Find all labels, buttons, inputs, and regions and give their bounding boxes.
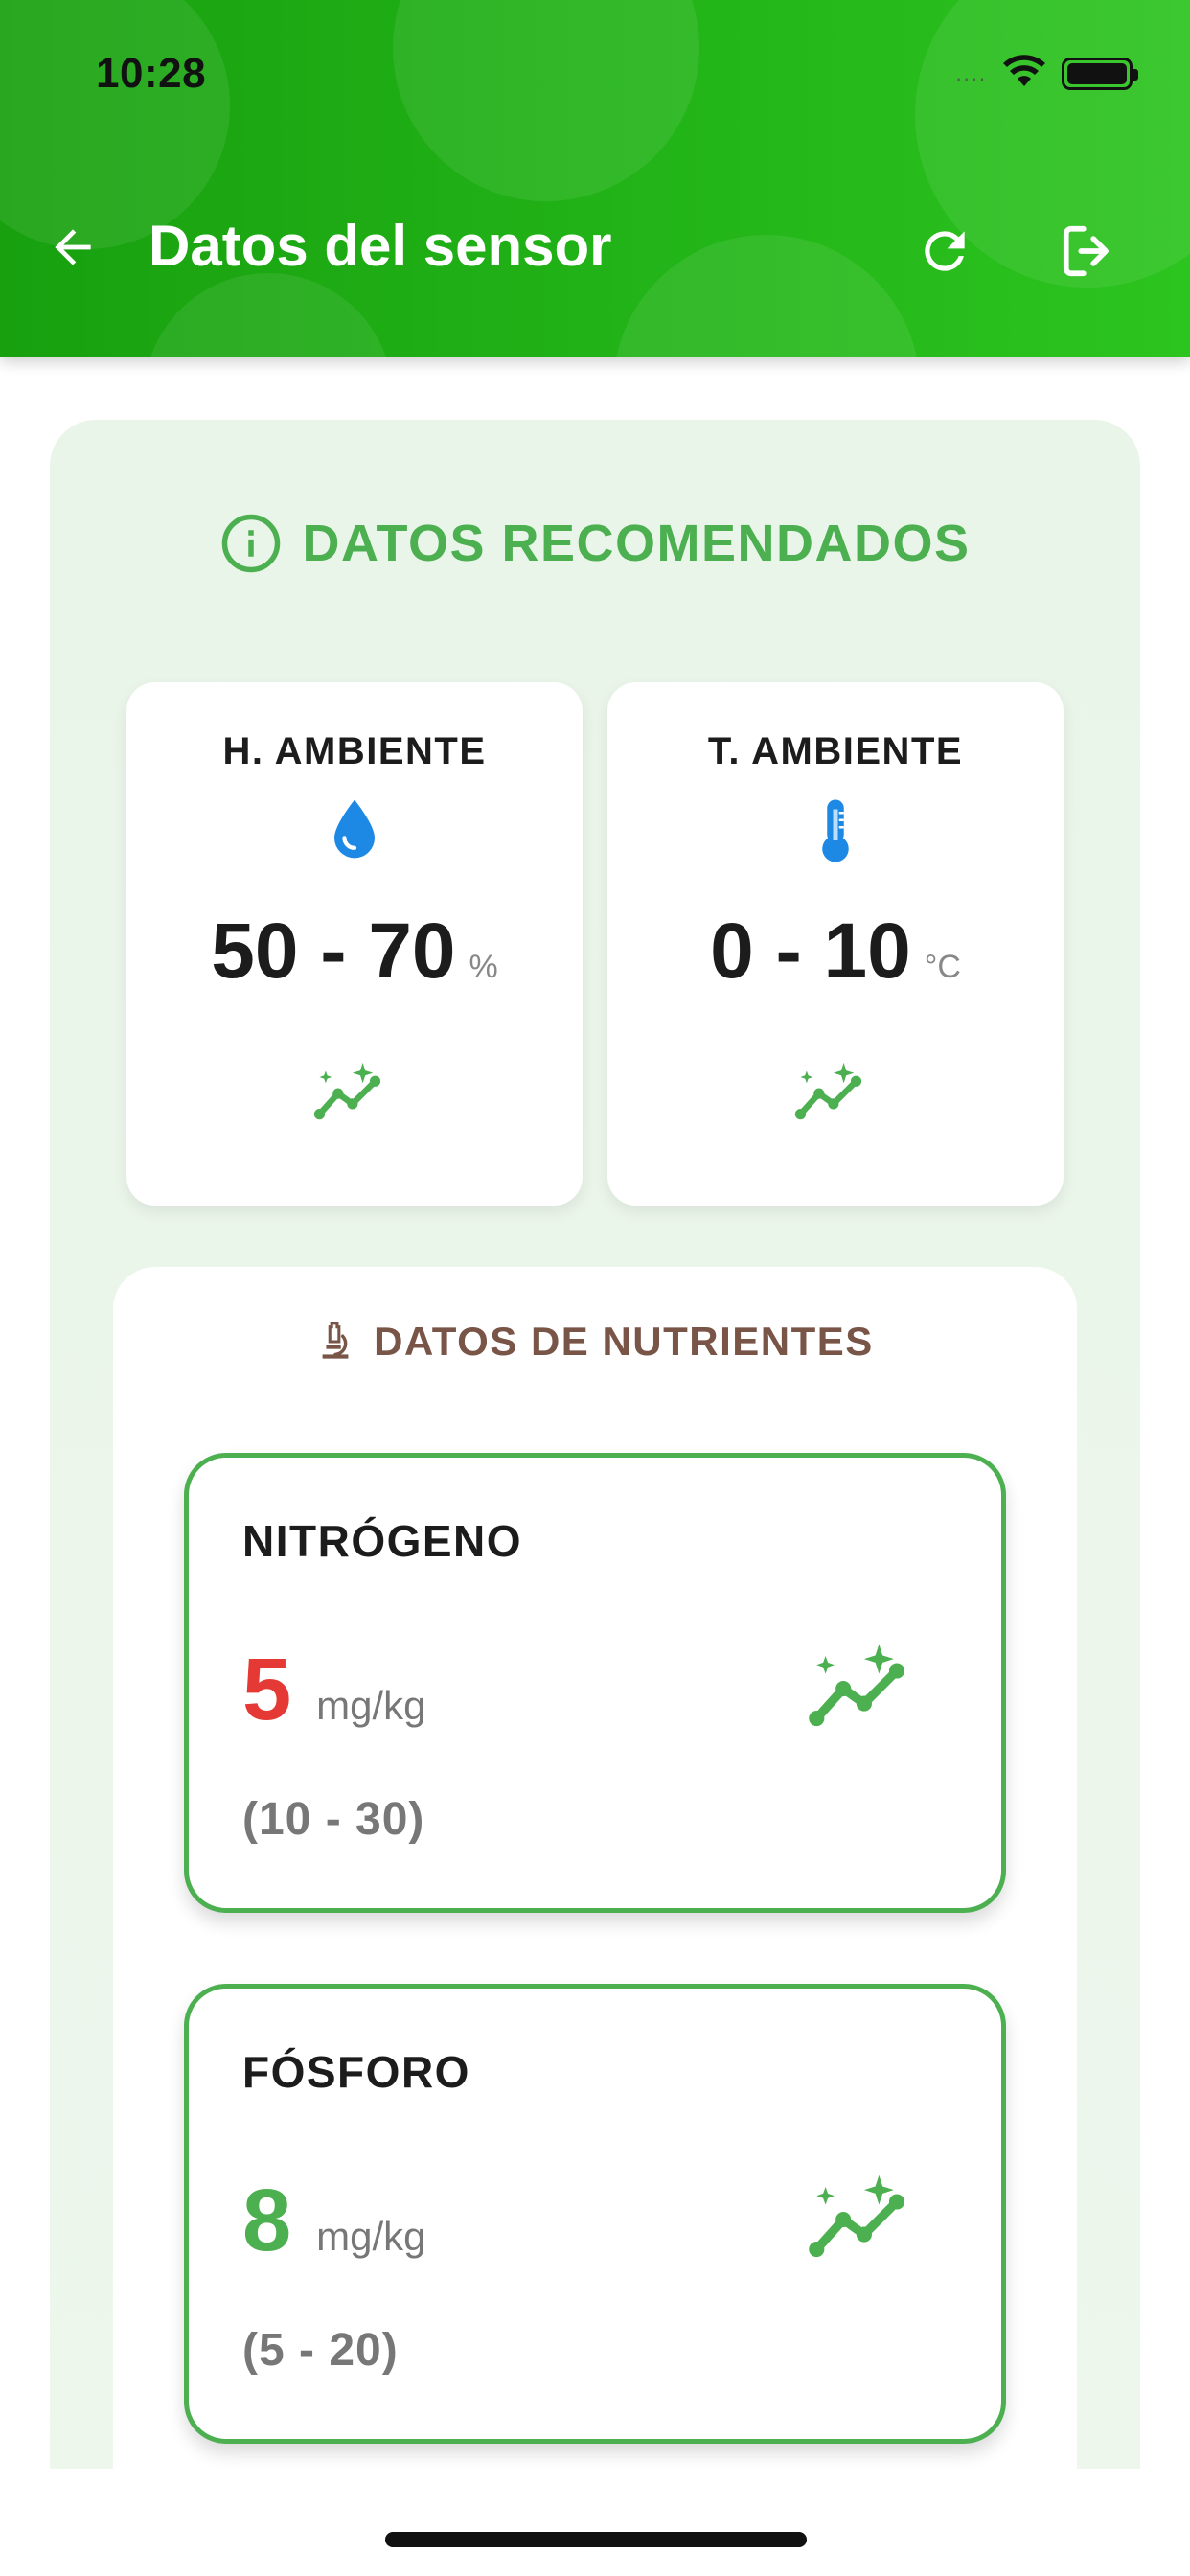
- nitrogen-card[interactable]: NITRÓGENO 5 mg/kg (10 - 30): [184, 1453, 1006, 1913]
- recommended-heading: DATOS RECOMENDADOS: [0, 512, 1190, 575]
- auto-graph-icon: [313, 1062, 381, 1120]
- home-indicator-area: [0, 2469, 1190, 2576]
- humidity-unit: %: [469, 949, 498, 985]
- nutrient-range: (10 - 30): [242, 1794, 425, 1845]
- recommended-heading-text: DATOS RECOMENDADOS: [302, 515, 971, 572]
- nutrient-unit: mg/kg: [316, 1683, 426, 1728]
- nutrient-name: FÓSFORO: [242, 2047, 470, 2097]
- nutrients-heading-text: DATOS DE NUTRIENTES: [374, 1319, 874, 1364]
- microscope-icon: [322, 1322, 349, 1359]
- nutrient-range: (5 - 20): [242, 2325, 399, 2376]
- home-indicator[interactable]: [385, 2532, 807, 2547]
- auto-graph-icon: [794, 1062, 862, 1120]
- info-circle-icon: [222, 514, 281, 573]
- humidity-label: H. AMBIENTE: [222, 730, 487, 772]
- status-time: 10:28: [96, 50, 207, 97]
- battery-icon: [1062, 57, 1138, 90]
- humidity-range: 50 - 70: [211, 908, 456, 995]
- nutrients-heading: DATOS DE NUTRIENTES: [0, 1319, 1190, 1365]
- refresh-button[interactable]: [910, 217, 979, 286]
- temperature-unit: °C: [924, 949, 961, 985]
- nutrient-value: 8: [242, 2172, 292, 2269]
- refresh-icon: [925, 231, 965, 271]
- logout-button[interactable]: [1054, 217, 1123, 286]
- temperature-range: 0 - 10: [710, 908, 911, 995]
- page-title: Datos del sensor: [149, 214, 612, 278]
- app-header: 10:28 .... Datos del sensor: [0, 0, 1190, 356]
- logout-icon: [1063, 225, 1109, 277]
- auto-graph-icon[interactable]: [808, 1640, 927, 1732]
- nutrient-value: 5: [242, 1641, 292, 1738]
- wifi-icon: [1002, 54, 1046, 93]
- back-button[interactable]: [42, 217, 103, 278]
- signal-icon: ....: [955, 60, 987, 85]
- humidity-card[interactable]: H. AMBIENTE 50 - 70 %: [126, 682, 583, 1206]
- water-drop-icon: [334, 799, 375, 859]
- thermometer-icon: [822, 799, 849, 862]
- auto-graph-icon[interactable]: [808, 2171, 927, 2263]
- arrow-left-icon: [55, 229, 91, 265]
- status-icons: ....: [955, 54, 1138, 93]
- phosphorus-card[interactable]: FÓSFORO 8 mg/kg (5 - 20): [184, 1984, 1006, 2444]
- nutrient-unit: mg/kg: [316, 2214, 426, 2259]
- temperature-card[interactable]: T. AMBIENTE 0 - 10 °C: [607, 682, 1064, 1206]
- temperature-label: T. AMBIENTE: [707, 730, 964, 772]
- nutrient-name: NITRÓGENO: [242, 1516, 523, 1566]
